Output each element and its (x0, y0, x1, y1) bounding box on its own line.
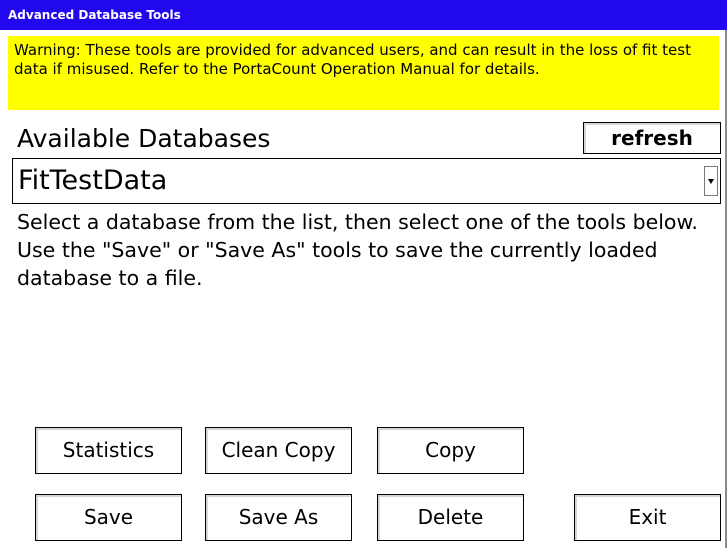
window-title: Advanced Database Tools (0, 0, 727, 30)
available-databases-heading: Available Databases (17, 124, 271, 153)
instructions-text: Select a database from the list, then se… (17, 210, 698, 290)
database-select[interactable]: FitTestData (12, 158, 721, 204)
database-select-value: FitTestData (18, 165, 168, 196)
delete-button[interactable]: Delete (377, 494, 524, 541)
refresh-button[interactable]: refresh (583, 122, 721, 154)
save-as-button[interactable]: Save As (205, 494, 352, 541)
save-button[interactable]: Save (35, 494, 182, 541)
clean-copy-button[interactable]: Clean Copy (205, 427, 352, 474)
advanced-database-tools-window: Advanced Database Tools Warning: These t… (0, 0, 727, 548)
chevron-down-icon[interactable] (704, 166, 718, 196)
copy-button[interactable]: Copy (377, 427, 524, 474)
statistics-button[interactable]: Statistics (35, 427, 182, 474)
exit-button[interactable]: Exit (574, 494, 721, 541)
warning-message: Warning: These tools are provided for ad… (8, 36, 719, 110)
